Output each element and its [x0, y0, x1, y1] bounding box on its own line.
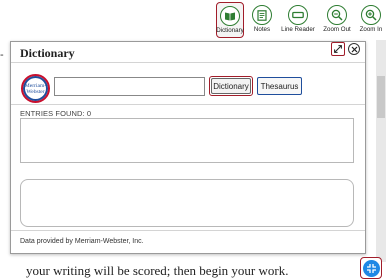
- dialog-title: Dictionary: [20, 46, 75, 60]
- line-reader-icon: [288, 5, 308, 25]
- dictionary-tool-button[interactable]: Dictionary: [216, 2, 244, 38]
- zoom-out-tool-button[interactable]: Zoom Out: [322, 2, 352, 38]
- thesaurus-button[interactable]: Thesaurus: [257, 77, 302, 95]
- zoom-out-icon: [327, 5, 347, 25]
- book-icon: [220, 6, 240, 26]
- page-scrollbar[interactable]: [376, 40, 386, 262]
- zoom-in-icon: [361, 5, 381, 25]
- page-body-text: your writing will be scored; then begin …: [26, 263, 289, 278]
- data-provider-note: Data provided by Merriam-Webster, Inc.: [20, 238, 144, 245]
- zoom-in-tool-label: Zoom In: [359, 26, 383, 33]
- expand-icon: [334, 45, 342, 53]
- compress-icon: [362, 259, 380, 277]
- logo-text-line2: Webster: [26, 88, 45, 95]
- notes-icon: [252, 5, 272, 25]
- dictionary-button-label: Dictionary: [211, 78, 251, 94]
- footer-divider: [11, 230, 365, 231]
- merriam-webster-logo: Merriam- Webster: [21, 74, 50, 103]
- dictionary-tool-label: Dictionary: [216, 27, 244, 34]
- expand-button[interactable]: [331, 42, 345, 56]
- close-icon: [351, 46, 357, 52]
- dictionary-button[interactable]: Dictionary: [209, 76, 253, 96]
- page-edge-marker: -: [0, 49, 4, 61]
- dictionary-dialog: Dictionary Merriam- Webster Dictionary T…: [10, 41, 366, 254]
- entries-list[interactable]: [20, 118, 354, 163]
- zoom-in-tool-button[interactable]: Zoom In: [356, 2, 386, 38]
- search-input[interactable]: [54, 77, 205, 96]
- line-reader-tool-button[interactable]: Line Reader: [280, 2, 316, 38]
- page-scrollbar-thumb[interactable]: [377, 76, 385, 118]
- entries-divider: [11, 104, 365, 105]
- notes-tool-button[interactable]: Notes: [248, 2, 276, 38]
- entries-found-label: ENTRIES FOUND: 0: [20, 109, 92, 118]
- close-button[interactable]: [348, 43, 360, 55]
- tools-fab-button[interactable]: [360, 257, 382, 279]
- line-reader-tool-label: Line Reader: [281, 26, 315, 33]
- toolbar: Dictionary Notes Line Reader Zoom Out Zo…: [216, 2, 386, 38]
- zoom-out-tool-label: Zoom Out: [323, 26, 351, 33]
- notes-tool-label: Notes: [253, 26, 271, 33]
- definition-panel[interactable]: [20, 179, 354, 227]
- title-divider: [11, 62, 365, 63]
